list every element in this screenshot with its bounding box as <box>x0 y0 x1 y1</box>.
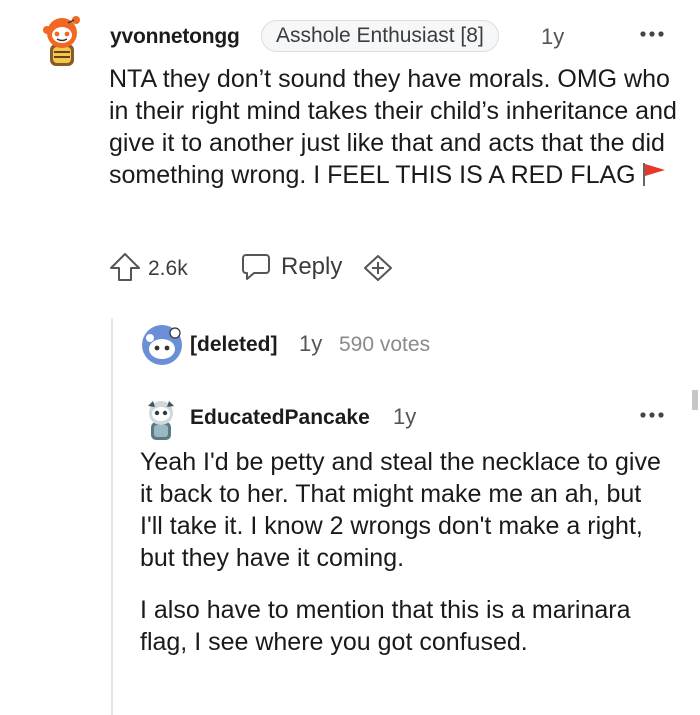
reply-user-avatar[interactable] <box>141 398 181 442</box>
reply-button[interactable]: Reply <box>281 253 342 281</box>
scrollbar-thumb[interactable] <box>692 390 698 410</box>
reply-more-options-icon[interactable] <box>638 405 666 425</box>
deleted-user-avatar <box>141 324 183 366</box>
upvote-icon[interactable] <box>109 251 141 283</box>
more-options-icon[interactable] <box>638 22 666 42</box>
vote-score: 2.6k <box>148 257 188 280</box>
comment-body: NTA they don’t sound they have morals. O… <box>109 63 689 191</box>
thread-line[interactable] <box>111 318 113 715</box>
deleted-username: [deleted] <box>190 333 278 356</box>
user-avatar[interactable] <box>38 14 86 68</box>
comment-timestamp: 1y <box>541 24 565 49</box>
deleted-vote-count: 590 votes <box>339 333 431 356</box>
reply-icon[interactable] <box>240 252 272 282</box>
comment-username[interactable]: yvonnetongg <box>110 25 240 49</box>
reply-paragraph: Yeah I'd be petty and steal the necklace… <box>140 448 661 572</box>
comment-text: NTA they don’t sound they have morals. O… <box>109 65 677 189</box>
reply-username[interactable]: EducatedPancake <box>190 406 370 430</box>
red-flag-icon <box>640 161 668 187</box>
award-icon[interactable] <box>362 253 394 283</box>
reply-paragraph: I also have to mention that this is a ma… <box>140 596 631 656</box>
user-flair: Asshole Enthusiast [8] <box>261 20 499 52</box>
reply-timestamp: 1y <box>393 404 417 429</box>
deleted-timestamp: 1y <box>299 331 323 356</box>
